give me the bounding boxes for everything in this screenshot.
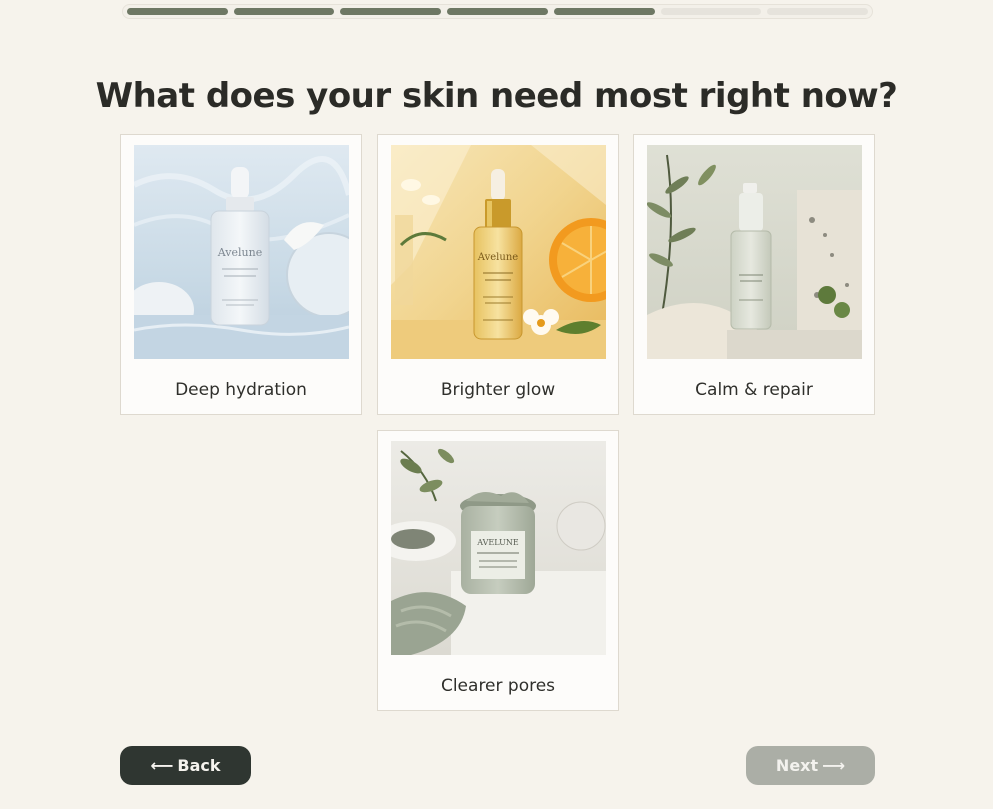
option-card-clearer-pores[interactable]: AVELUNE Clearer pores [377,430,619,711]
option-card-calm-repair[interactable]: Calm & repair [633,134,875,415]
option-label: Clearer pores [440,676,556,696]
option-label: Deep hydration [175,380,307,400]
back-button-label: Back [177,756,221,775]
arrow-left-icon: ⟵ [150,756,174,775]
back-button[interactable]: ⟵ Back [120,746,251,785]
vitamin-c-serum-orange-photo: Avelune [391,145,606,359]
progress-segment-done [447,8,548,15]
progress-bar [122,4,873,19]
option-label: Brighter glow [440,380,556,400]
next-button[interactable]: Next ⟶ [746,746,875,785]
next-button-label: Next [775,756,819,775]
progress-segment-pending [767,8,869,15]
option-label: Calm & repair [695,380,813,400]
pump-bottle-olive-stone-photo [647,145,862,359]
option-card-brighter-glow[interactable]: Avelune Brighter glow [377,134,619,415]
progress-segment-done [340,8,442,15]
svg-text:Avelune: Avelune [217,246,262,259]
progress-segment-done [553,8,655,15]
svg-text:AVELUNE: AVELUNE [476,538,519,547]
svg-text:Avelune: Avelune [477,252,518,263]
progress-segment-done [233,8,335,15]
progress-segment-pending [660,8,762,15]
clay-mask-jar-photo: AVELUNE [391,441,606,655]
arrow-right-icon: ⟶ [822,756,846,775]
progress-segment-done [127,8,228,15]
option-card-deep-hydration[interactable]: Avelune Deep hydration [120,134,362,415]
question-title: What does your skin need most right now? [95,76,898,116]
serum-bottle-water-photo: Avelune [134,145,349,359]
